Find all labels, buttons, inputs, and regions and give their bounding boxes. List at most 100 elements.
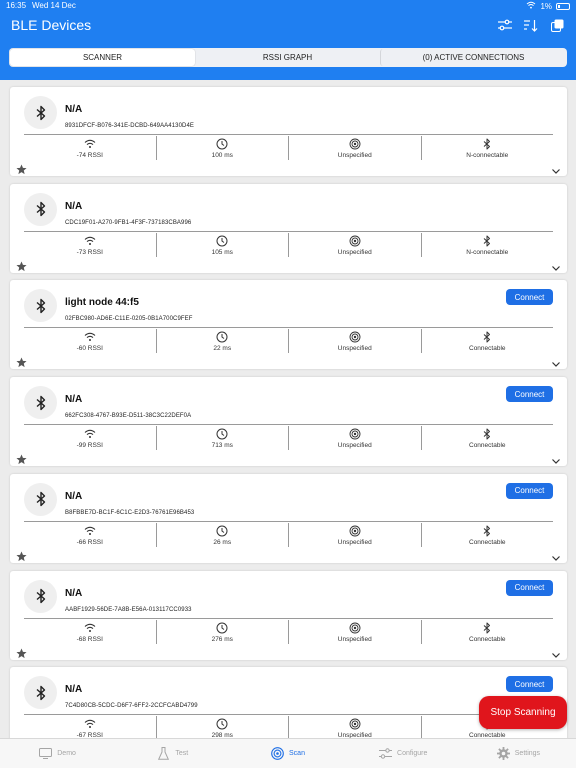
bottom-tab-configure[interactable]: Configure <box>346 739 461 768</box>
bottom-tab-demo[interactable]: Demo <box>0 739 115 768</box>
tx-power-stat: Unspecified <box>288 619 421 644</box>
tx-power-value: Unspecified <box>337 635 372 643</box>
star-icon[interactable] <box>16 452 27 465</box>
bottom-tab-test[interactable]: Test <box>115 739 230 768</box>
stop-scanning-button[interactable]: Stop Scanning <box>479 696 567 729</box>
interval-value: 713 ms <box>211 442 233 450</box>
divider <box>24 617 553 619</box>
clock-icon <box>216 331 228 343</box>
interval-stat: 713 ms <box>155 426 289 451</box>
interval-value: 26 ms <box>213 538 232 546</box>
device-uuid: 662FC308-4767-B93E-D511-38C3C22DEF0A <box>65 413 192 420</box>
interval-stat: 100 ms <box>155 136 289 160</box>
device-name: N/A <box>65 200 83 212</box>
connect-button[interactable]: Connect <box>506 386 553 403</box>
tx-power-stat: Unspecified <box>288 329 421 354</box>
device-card[interactable]: light node 44:f5 02FBC980-AD6E-C11E-0205… <box>10 280 567 370</box>
connect-button[interactable]: Connect <box>506 289 553 306</box>
bluetooth-small-icon <box>483 138 491 150</box>
divider <box>24 327 553 329</box>
connectable-stat: Connectable <box>420 329 554 354</box>
chevron-down-icon[interactable] <box>551 453 561 464</box>
star-icon[interactable] <box>16 355 27 368</box>
device-card[interactable]: N/A 8931DFCF-B076-341E-DCBD-649AA4130D4E… <box>10 87 567 176</box>
device-uuid: AABF1929-56DE-7A8B-E56A-013117CC0933 <box>65 606 192 613</box>
rssi-stat: -66 RSSI <box>24 523 156 547</box>
device-list[interactable]: N/A 8931DFCF-B076-341E-DCBD-649AA4130D4E… <box>0 80 576 738</box>
segmented-tabs: SCANNER RSSI GRAPH (0) ACTIVE CONNECTION… <box>9 48 567 67</box>
tx-power-stat: Unspecified <box>288 232 421 257</box>
device-card[interactable]: N/A CDC19F01-A270-9FB1-4F3F-737183CBA996… <box>10 183 567 273</box>
tab-scanner[interactable]: SCANNER <box>10 49 195 66</box>
connectable-stat: N-connectable <box>420 136 554 160</box>
star-icon[interactable] <box>16 549 27 561</box>
device-stats: -68 RSSI 276 ms Unspecified Connectable <box>24 619 553 644</box>
chevron-down-icon[interactable] <box>551 647 561 658</box>
device-stats: -99 RSSI 713 ms Unspecified Connectable <box>24 426 553 451</box>
connect-button[interactable]: Connect <box>506 482 553 499</box>
rssi-value: -74 RSSI <box>76 152 103 159</box>
signal-icon <box>84 622 96 634</box>
chevron-down-icon[interactable] <box>551 260 561 271</box>
device-name: N/A <box>65 394 83 406</box>
broadcast-icon <box>349 235 361 247</box>
broadcast-icon <box>349 525 361 537</box>
broadcast-icon <box>349 428 361 440</box>
tab-active-connections[interactable]: (0) ACTIVE CONNECTIONS <box>380 49 566 66</box>
demo-icon <box>39 747 53 760</box>
tx-power-value: Unspecified <box>337 538 372 546</box>
rssi-stat: -74 RSSI <box>24 136 156 160</box>
copy-icon[interactable] <box>550 18 564 32</box>
connect-button[interactable]: Connect <box>506 676 553 693</box>
rssi-stat: -99 RSSI <box>24 426 156 450</box>
chevron-down-icon[interactable] <box>551 550 561 561</box>
gear-icon <box>496 747 510 760</box>
clock-icon <box>216 622 228 634</box>
interval-value: 22 ms <box>213 345 232 353</box>
device-card[interactable]: N/A 662FC308-4767-B93E-D511-38C3C22DEF0A… <box>10 377 567 467</box>
device-card[interactable]: N/A AABF1929-56DE-7A8B-E56A-013117CC0933… <box>10 570 567 660</box>
connectable-value: Connectable <box>469 635 506 643</box>
interval-stat: 105 ms <box>155 232 289 257</box>
bluetooth-icon <box>24 192 57 226</box>
sort-icon[interactable] <box>524 18 538 32</box>
bluetooth-icon <box>24 386 57 420</box>
signal-icon <box>84 331 96 343</box>
bottom-tab-settings[interactable]: Settings <box>461 739 576 768</box>
device-name: light node 44:f5 <box>65 297 139 309</box>
chevron-down-icon[interactable] <box>551 163 561 174</box>
bottom-tab-scan[interactable]: Scan <box>230 739 345 768</box>
star-icon[interactable] <box>16 259 27 271</box>
filter-sliders-icon[interactable] <box>498 18 512 32</box>
bottom-tab-label: Scan <box>289 750 305 757</box>
signal-icon <box>84 718 96 730</box>
device-card[interactable]: N/A B8FBBE7D-BC1F-6C1C-E2D3-76761E96B453… <box>10 473 567 563</box>
tx-power-stat: Unspecified <box>288 522 421 547</box>
tx-power-value: Unspecified <box>337 248 372 256</box>
device-stats: -74 RSSI 100 ms Unspecified N-connectabl… <box>24 136 553 160</box>
connect-button[interactable]: Connect <box>506 579 553 596</box>
battery-percent: 1% <box>540 1 552 11</box>
signal-icon <box>84 138 96 150</box>
tx-power-stat: Unspecified <box>288 716 421 738</box>
tx-power-value: Unspecified <box>337 345 372 353</box>
rssi-stat: -67 RSSI <box>24 716 156 738</box>
tab-rssi-graph[interactable]: RSSI GRAPH <box>195 49 380 66</box>
star-icon[interactable] <box>16 162 27 175</box>
star-icon[interactable] <box>16 646 27 658</box>
device-name: N/A <box>65 684 83 696</box>
bluetooth-small-icon <box>483 235 491 247</box>
bluetooth-icon <box>24 482 57 516</box>
bottom-tab-label: Configure <box>397 750 428 757</box>
tx-power-stat: Unspecified <box>288 136 421 160</box>
tx-power-value: Unspecified <box>337 152 372 159</box>
bottom-tab-bar: Demo Test Scan Configure Settings <box>0 738 576 768</box>
device-stats: -67 RSSI 298 ms Unspecified Connectable <box>24 716 553 738</box>
device-stats: -60 RSSI 22 ms Unspecified Connectable <box>24 329 554 354</box>
sliders-icon <box>379 747 393 760</box>
chevron-down-icon[interactable] <box>551 356 561 368</box>
tx-power-value: Unspecified <box>337 442 372 450</box>
device-uuid: 8931DFCF-B076-341E-DCBD-649AA4130D4E <box>65 123 194 129</box>
device-uuid: CDC19F01-A270-9FB1-4F3F-737183CBA996 <box>65 219 192 226</box>
bluetooth-small-icon <box>483 428 491 440</box>
